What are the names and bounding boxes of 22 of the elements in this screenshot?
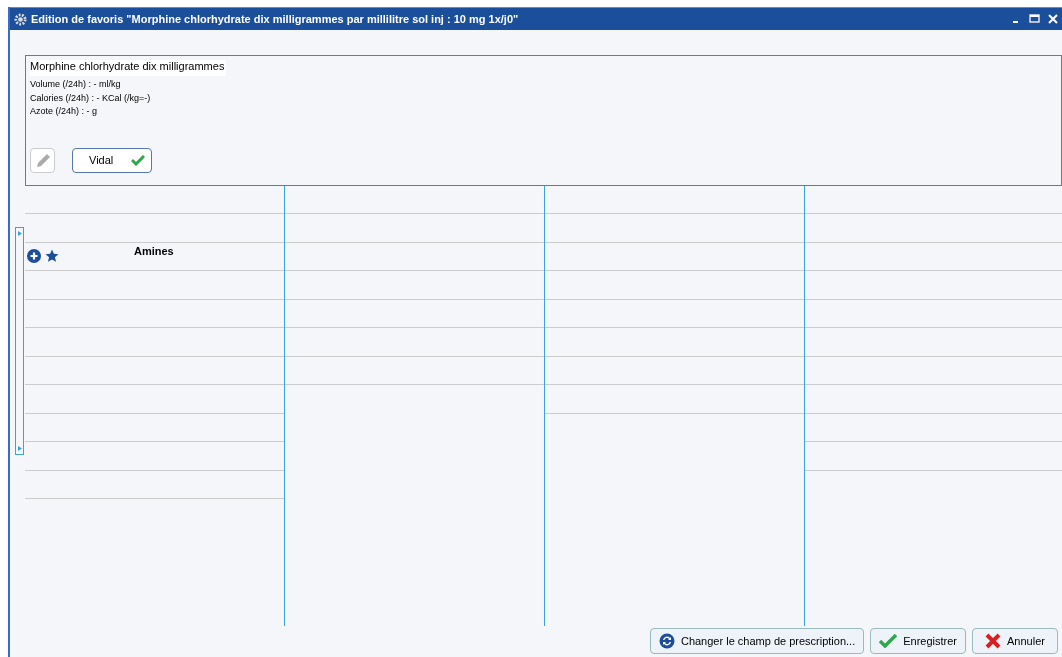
arrow-icon <box>17 446 22 451</box>
info-line: Calories (/24h) : - KCal (/kg=-) <box>30 91 152 105</box>
close-icon <box>985 633 1002 649</box>
cancel-button[interactable]: Annuler <box>972 628 1058 654</box>
change-button[interactable]: Changer le champ de prescription... <box>649 628 865 654</box>
plus-circle-icon[interactable] <box>27 249 41 264</box>
checkmark-icon <box>879 634 898 648</box>
window-title: Edition de favoris "Morphine chlorhydrate dix milligrammes par millilitre sol inj : 10 mg 1x/j0" <box>31 11 519 27</box>
maximize-icon[interactable] <box>1029 14 1040 24</box>
vidal-button[interactable]: Vidal <box>72 148 152 173</box>
drug-name: Morphine chlorhydrate dix milligrammes <box>30 60 227 76</box>
checkmark-icon <box>131 155 145 166</box>
save-button[interactable]: Enregistrer <box>870 628 966 654</box>
close-icon[interactable] <box>1048 14 1058 24</box>
side-handle[interactable] <box>15 227 24 455</box>
gear-icon <box>14 12 27 26</box>
star-icon[interactable] <box>45 249 59 264</box>
info-line: Volume (/24h) : - ml/kg <box>30 78 122 91</box>
arrow-icon <box>17 231 22 236</box>
refresh-icon <box>658 633 675 649</box>
group-label: Amines <box>134 244 174 259</box>
info-line: Azote (/24h) : - g <box>30 105 99 118</box>
